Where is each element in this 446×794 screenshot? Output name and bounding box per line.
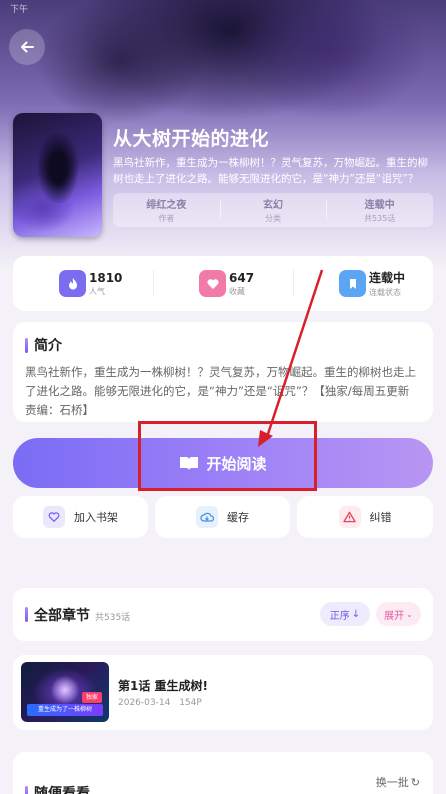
- stat-favorites-label: 收藏: [229, 286, 245, 296]
- refresh-label: 换一批: [375, 776, 409, 789]
- book-description: 黑鸟社新作，重生成为一株柳树！？灵气复苏，万物崛起。重生的柳树也走上了进化之路。…: [113, 157, 428, 185]
- meta-status-value: 连载中: [364, 200, 395, 211]
- meta-category-value: 玄幻: [263, 200, 283, 211]
- meta-author-label: 作者: [158, 214, 175, 223]
- intro-title: 简介: [34, 338, 62, 354]
- section-accent-bar: [25, 337, 28, 353]
- report-error-button[interactable]: 纠错: [297, 496, 433, 538]
- chapter-thumbnail: 独家 重生成为了一株柳树: [21, 662, 109, 722]
- expand-button[interactable]: 展开 ⌄: [376, 602, 421, 626]
- meta-author[interactable]: 绯红之夜 作者: [113, 193, 220, 227]
- chevron-down-icon: ⌄: [406, 609, 413, 619]
- book-cover: [13, 113, 102, 237]
- random-title: 随便看看: [34, 786, 90, 794]
- chapter-meta: 2026-03-14 154P: [118, 698, 202, 708]
- meta-status: 连载中 共535话: [326, 193, 433, 227]
- report-error-label: 纠错: [369, 511, 392, 524]
- intro-text: 黑鸟社新作，重生成为一株柳树！？灵气复苏，万物崛起。重生的柳树也走上了进化之路。…: [25, 365, 416, 417]
- chapter-pages: 154P: [179, 698, 202, 708]
- intro-card: 简介 黑鸟社新作，重生成为一株柳树！？灵气复苏，万物崛起。重生的柳树也走上了进化…: [13, 322, 433, 422]
- expand-label: 展开: [384, 610, 405, 622]
- meta-status-label: 共535话: [364, 214, 396, 223]
- meta-category[interactable]: 玄幻 分类: [219, 193, 327, 227]
- stat-status: 连载中 连载状态: [293, 256, 433, 311]
- stats-card: 1810 人气 647 收藏 连载中 连载状态: [13, 256, 433, 311]
- status-bar: 下午: [10, 5, 29, 15]
- stat-status-label: 连载状态: [369, 288, 401, 297]
- arrow-down-icon: ↓: [351, 608, 361, 620]
- add-to-shelf-button[interactable]: 加入书架: [13, 496, 148, 538]
- arrow-left-icon: [21, 41, 34, 53]
- warning-icon: [338, 506, 361, 528]
- cloud-download-icon: [196, 506, 218, 528]
- chapters-count: 共535话: [95, 612, 131, 623]
- stat-status-value: 连载中: [369, 271, 406, 285]
- flame-icon: [59, 270, 86, 297]
- bookmark-icon: [339, 270, 366, 297]
- chapters-title: 全部章节: [34, 607, 90, 624]
- sort-label: 正序: [329, 610, 350, 622]
- stat-popularity: 1810 人气: [13, 256, 153, 311]
- book-title: 从大树开始的进化: [113, 128, 270, 150]
- cache-label: 缓存: [227, 511, 249, 524]
- refresh-button[interactable]: 换一批 ↻: [376, 774, 420, 790]
- refresh-icon: ↻: [410, 775, 420, 789]
- meta-category-label: 分类: [265, 214, 281, 223]
- section-accent-bar: [25, 607, 28, 622]
- thumb-banner: 重生成为了一株柳树: [27, 704, 103, 716]
- stat-favorites: 647 收藏: [153, 256, 293, 311]
- heart-icon: [199, 270, 226, 297]
- chapter-row[interactable]: 独家 重生成为了一株柳树 第1话 重生成树! 2026-03-14 154P: [13, 655, 433, 730]
- heart-icon: [43, 506, 65, 528]
- back-button[interactable]: [9, 29, 45, 65]
- stat-favorites-value: 647: [229, 270, 255, 285]
- stat-popularity-value: 1810: [89, 270, 123, 285]
- chapters-header: 全部章节 共535话 正序 ↓ 展开 ⌄: [13, 588, 433, 641]
- add-to-shelf-label: 加入书架: [74, 511, 118, 524]
- book-meta: 绯红之夜 作者 玄幻 分类 连载中 共535话: [113, 193, 433, 227]
- sort-button[interactable]: 正序 ↓: [320, 602, 370, 626]
- chapter-title: 第1话 重生成树!: [118, 679, 209, 693]
- thumb-tag: 独家: [82, 692, 102, 703]
- section-accent-bar: [25, 785, 28, 794]
- random-header: 随便看看 换一批 ↻: [13, 752, 433, 794]
- chapter-date: 2026-03-14: [118, 698, 171, 708]
- cache-button[interactable]: 缓存: [155, 496, 290, 538]
- stat-popularity-label: 人气: [89, 286, 105, 296]
- meta-author-value: 绯红之夜: [146, 200, 187, 211]
- highlight-box: [138, 421, 317, 491]
